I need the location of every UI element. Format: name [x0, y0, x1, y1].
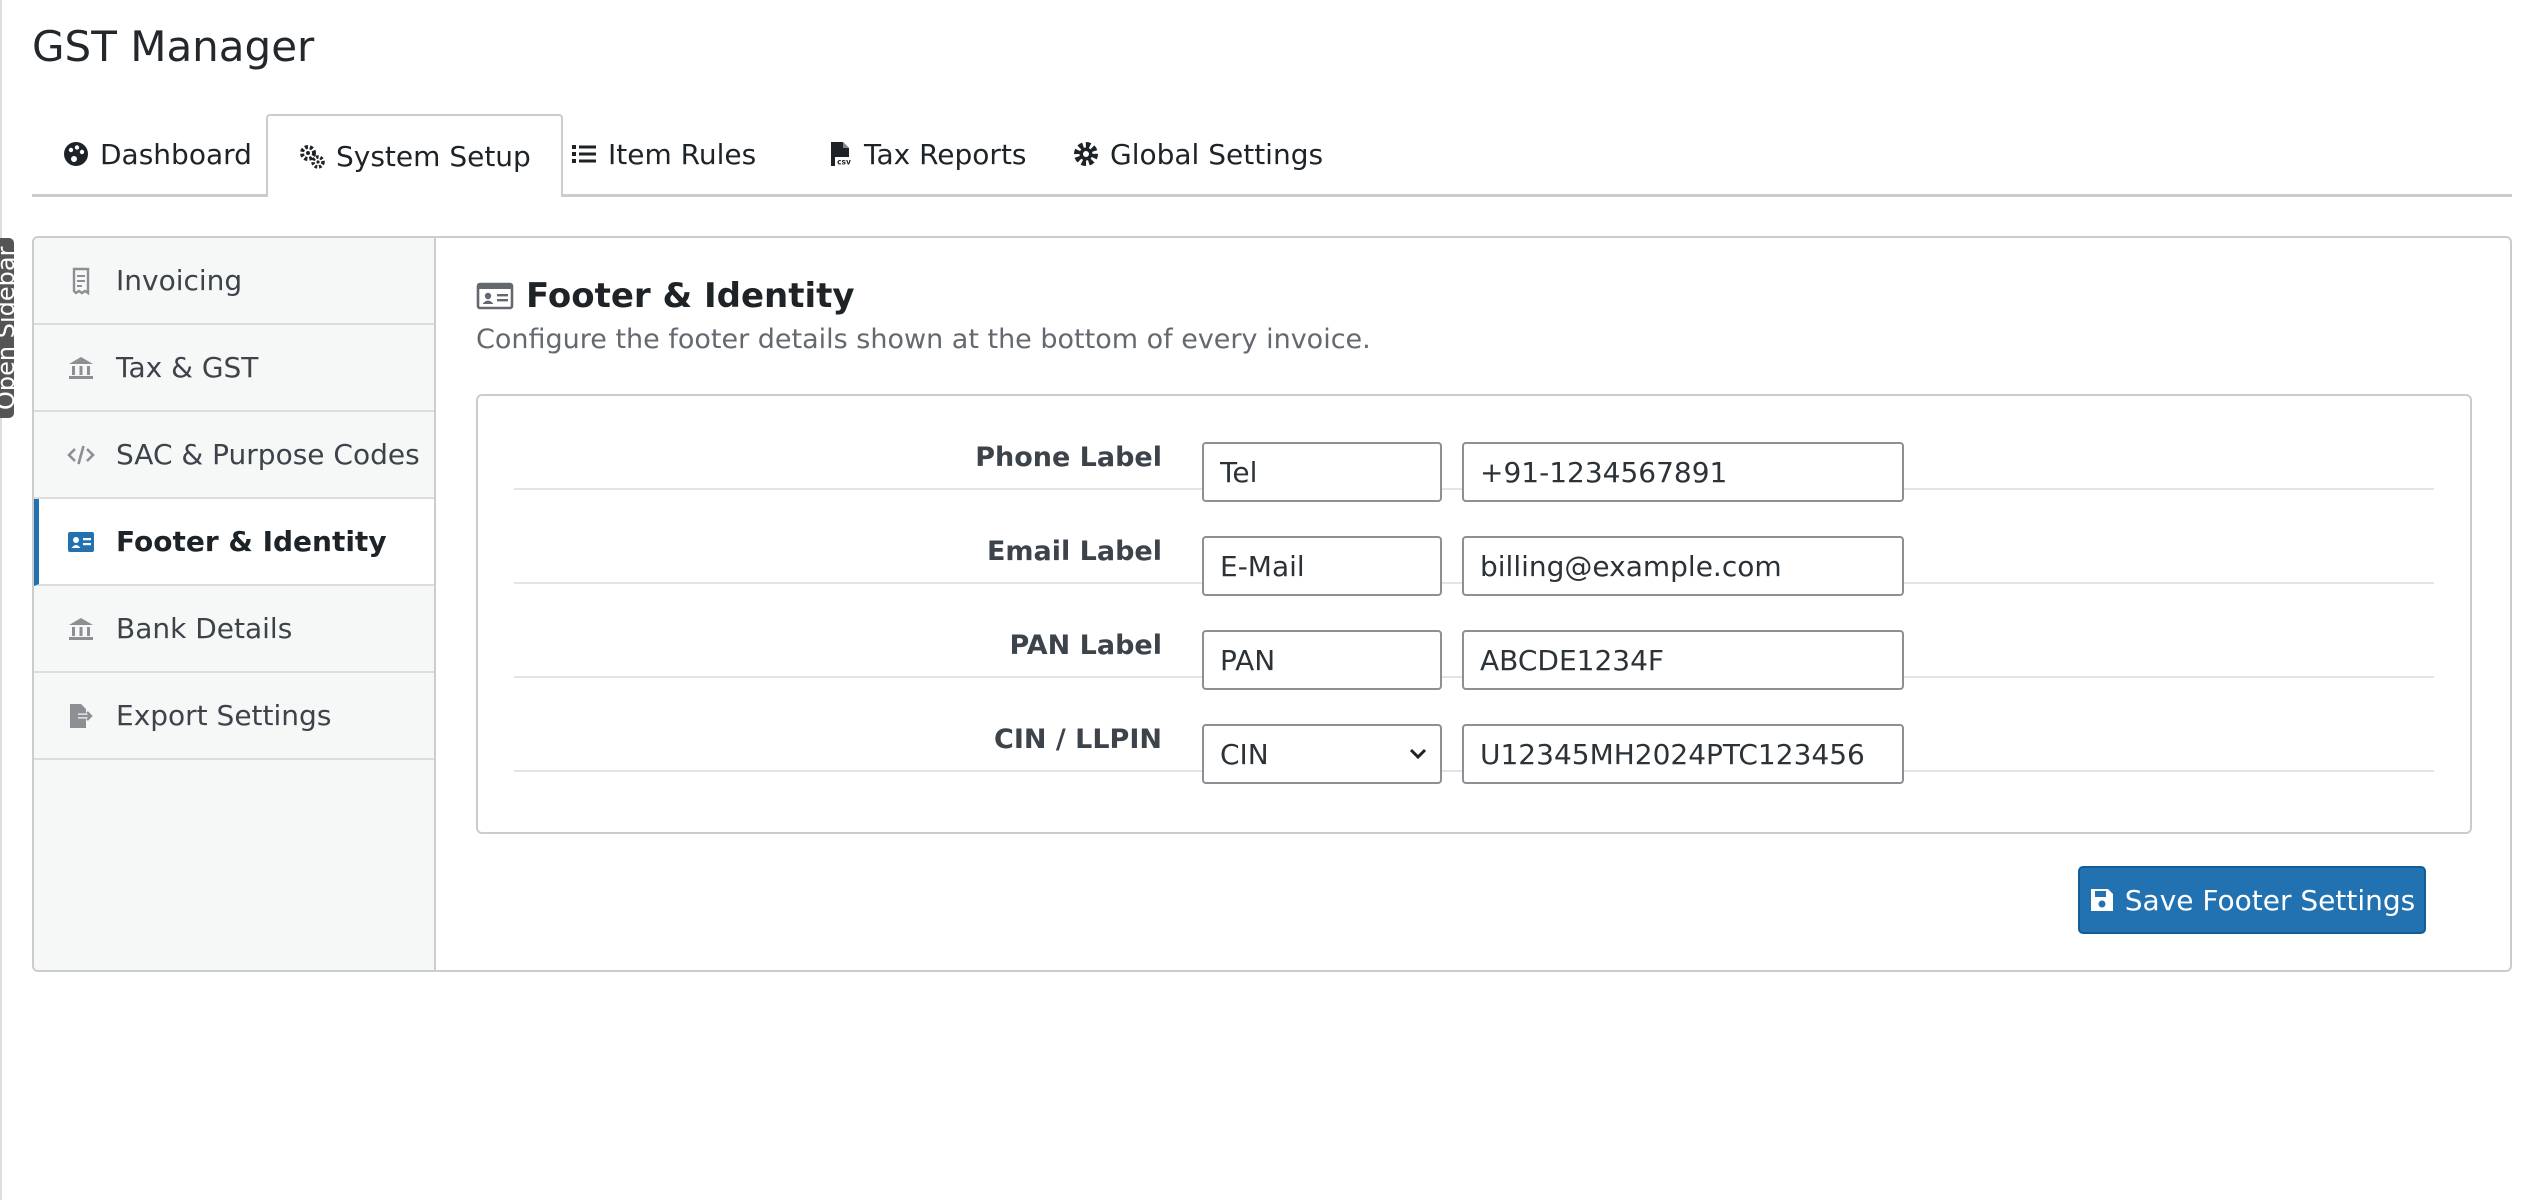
code-icon: [67, 445, 95, 464]
email-label-text: Email Label: [986, 536, 1162, 567]
tab-item-rules[interactable]: Item Rules: [540, 114, 786, 194]
receipt-icon: [72, 267, 90, 295]
sidebar-item-label: Bank Details: [116, 612, 293, 645]
id-card-icon: [476, 282, 514, 310]
tab-label: System Setup: [336, 140, 531, 173]
list-icon: [572, 145, 596, 163]
sidebar-item-footer-identity[interactable]: Footer & Identity: [34, 499, 434, 586]
app-title: GST Manager: [32, 22, 315, 71]
sidebar-item-export-settings[interactable]: Export Settings: [34, 673, 434, 760]
id-card-icon: [68, 531, 94, 552]
form-row-phone: Phone Label: [514, 396, 2434, 502]
footer-form: Phone Label Email Label PAN Label CIN / …: [476, 394, 2472, 834]
save-button-label: Save Footer Settings: [2124, 883, 2416, 917]
svg-text:csv: csv: [837, 158, 851, 167]
cin-label-text: CIN / LLPIN: [994, 724, 1162, 755]
sidebar-item-label: Export Settings: [116, 699, 332, 732]
sidebar-item-bank-details[interactable]: Bank Details: [34, 586, 434, 673]
sidebar-item-label: Tax & GST: [116, 351, 259, 384]
form-row-pan: PAN Label: [514, 584, 2434, 690]
sidebar-item-sac-purpose-codes[interactable]: SAC & Purpose Codes: [34, 412, 434, 499]
sidebar-item-invoicing[interactable]: Invoicing: [34, 238, 434, 325]
cin-value-input[interactable]: [1462, 724, 1904, 784]
sidebar-item-label: SAC & Purpose Codes: [116, 438, 420, 471]
page-left-border: [0, 0, 2, 1200]
tab-dashboard[interactable]: Dashboard: [32, 114, 282, 194]
palette-icon: [64, 142, 88, 166]
section-title-text: Footer & Identity: [526, 276, 855, 316]
sidebar-item-label: Invoicing: [116, 264, 243, 297]
tab-label: Item Rules: [608, 137, 757, 171]
cin-type-select-wrap: CIN: [1202, 724, 1442, 784]
gear-icon: [1074, 142, 1098, 166]
section-title: Footer & Identity: [476, 276, 855, 316]
form-row-email: Email Label: [514, 490, 2434, 596]
settings-panel: Invoicing Tax & GST SAC & Purpose Codes …: [32, 236, 2512, 972]
open-sidebar-toggle[interactable]: Open Sidebar: [0, 238, 14, 418]
sidebar-item-tax-gst[interactable]: Tax & GST: [34, 325, 434, 412]
phone-label-text: Phone Label: [975, 442, 1162, 473]
csv-file-icon: csv: [831, 142, 853, 167]
tab-system-setup[interactable]: System Setup: [266, 114, 563, 197]
bank-icon: [69, 617, 93, 640]
settings-content: Footer & Identity Configure the footer d…: [436, 238, 2510, 970]
floppy-disk-icon: [2090, 889, 2113, 911]
settings-side-nav: Invoicing Tax & GST SAC & Purpose Codes …: [34, 238, 436, 970]
pan-label-text: PAN Label: [1009, 630, 1162, 661]
bank-icon: [69, 356, 93, 379]
main-tabs: Dashboard System Setup Item Rules csv Ta…: [32, 114, 2512, 197]
tab-label: Tax Reports: [864, 137, 1027, 171]
tab-label: Global Settings: [1110, 137, 1324, 171]
cin-type-select[interactable]: CIN: [1202, 724, 1442, 784]
open-sidebar-label: Open Sidebar: [0, 246, 14, 410]
tab-global-settings[interactable]: Global Settings: [1042, 114, 1353, 194]
gears-icon: [300, 144, 325, 169]
tab-tax-reports[interactable]: csv Tax Reports: [796, 114, 1057, 194]
sidebar-item-label: Footer & Identity: [116, 525, 387, 558]
file-export-icon: [70, 703, 95, 728]
save-footer-settings-button[interactable]: Save Footer Settings: [2078, 866, 2426, 934]
section-description: Configure the footer details shown at th…: [476, 324, 1371, 355]
form-row-cin: CIN / LLPIN CIN: [514, 678, 2434, 784]
tab-label: Dashboard: [100, 137, 252, 171]
